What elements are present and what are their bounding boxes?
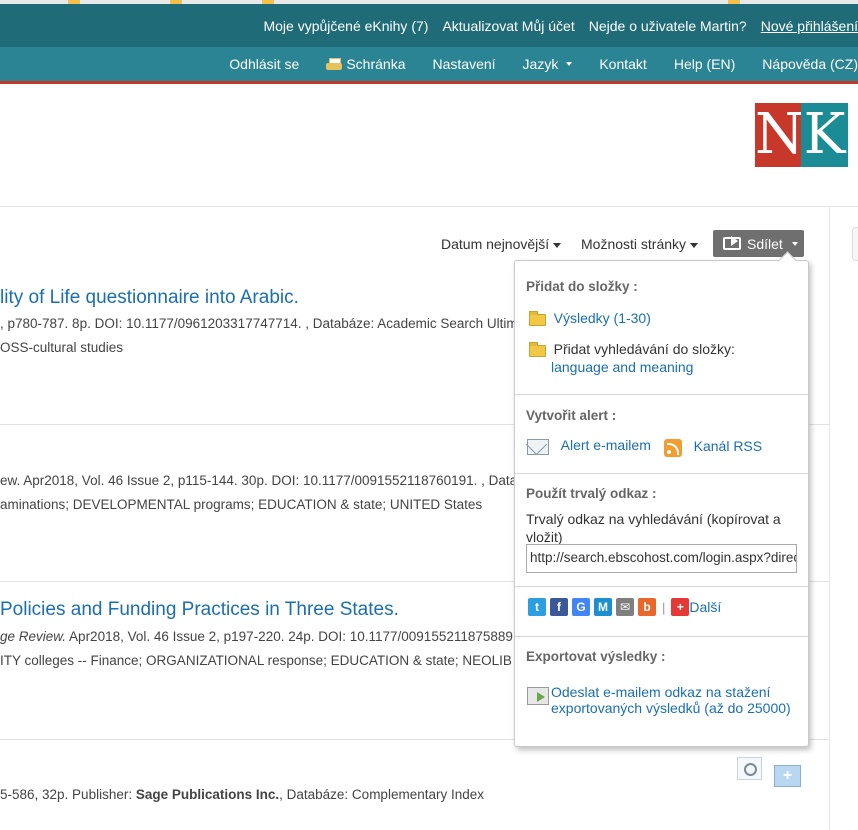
rss-link[interactable]: Kanál RSS: [694, 438, 762, 454]
results-folder-link[interactable]: Výsledky (1-30): [554, 310, 651, 326]
add-search-label: Přidat vyhledávání do složky:: [553, 341, 735, 357]
result-meta: ew. Apr2018, Vol. 46 Issue 2, p115-144. …: [0, 473, 518, 488]
settings-link[interactable]: Nastavení: [433, 56, 496, 72]
help-cz-link[interactable]: Nápověda (CZ): [762, 56, 858, 72]
envelope-icon: [527, 438, 549, 455]
social-share-bar: t f G M ✉ b | + Další: [528, 598, 721, 616]
divider: [515, 636, 808, 637]
result-title[interactable]: Policies and Funding Practices in Three …: [0, 599, 399, 621]
page-options-menu[interactable]: Možnosti stránky: [581, 230, 699, 258]
mendeley-icon[interactable]: M: [594, 598, 612, 616]
result-details: Apr2018, Vol. 46 Issue 2, p197-220. 24p.…: [66, 629, 513, 644]
folder-icon: [529, 310, 546, 326]
page-options-label: Možnosti stránky: [581, 236, 687, 252]
export-heading: Exportovat výsledky :: [526, 649, 666, 664]
email-alert-item[interactable]: Alert e-mailem: [527, 437, 651, 455]
contact-link[interactable]: Kontakt: [599, 56, 646, 72]
folder-search-item[interactable]: Přidat vyhledávání do složky:: [529, 341, 735, 357]
google-icon[interactable]: G: [572, 598, 590, 616]
folder-icon: [529, 341, 546, 357]
help-en-link[interactable]: Help (EN): [674, 56, 735, 72]
facebook-icon[interactable]: f: [550, 598, 568, 616]
permalink-description: Trvalý odkaz na vyhledávání (kopírovat a…: [526, 511, 781, 545]
blogger-icon[interactable]: b: [638, 598, 656, 616]
result-details: 5-586, 32p. Publisher:: [0, 787, 136, 802]
twitter-icon[interactable]: t: [528, 598, 546, 616]
language-menu[interactable]: Jazyk: [523, 56, 573, 72]
language-label: Jazyk: [522, 56, 559, 72]
export-email-link[interactable]: Odeslat e-mailem odkaz na stažení export…: [551, 684, 796, 716]
share-label: Sdílet: [747, 235, 783, 252]
chevron-down-icon: [791, 241, 798, 246]
permalink-heading: Použít trvalý odkaz :: [526, 486, 657, 501]
add-to-folder-heading: Přidat do složky :: [526, 279, 638, 294]
logo-n: N: [755, 102, 804, 167]
email-alert-link[interactable]: Alert e-mailem: [561, 437, 651, 453]
share-icon: [723, 236, 741, 250]
results-toolbar: Datum nejnovější Možnosti stránky: [0, 230, 829, 258]
folder-results-item[interactable]: Výsledky (1-30): [529, 310, 651, 326]
divider: [515, 586, 808, 587]
separator: |: [662, 599, 666, 615]
borrowed-ebooks-link[interactable]: Moje vypůjčené eKnihy (7): [263, 18, 428, 34]
email-share-icon[interactable]: ✉: [616, 598, 634, 616]
search-term-link[interactable]: language and meaning: [551, 359, 693, 375]
sort-label: Datum nejnovější: [441, 236, 550, 252]
page-header: N K: [0, 87, 858, 207]
update-account-link[interactable]: Aktualizovat Můj účet: [442, 18, 574, 34]
journal-name: ge Review.: [0, 629, 67, 644]
result-title[interactable]: lity of Life questionnaire into Arabic.: [0, 287, 299, 309]
rss-item[interactable]: Kanál RSS: [664, 438, 762, 457]
result-subjects: ITY colleges -- Finance; ORGANIZATIONAL …: [0, 653, 512, 668]
result-meta: ge Review. Apr2018, Vol. 46 Issue 2, p19…: [0, 629, 513, 644]
result-subjects: OSS-cultural studies: [0, 340, 124, 355]
share-button[interactable]: Sdílet: [713, 230, 804, 257]
clipboard-label: Schránka: [346, 56, 406, 72]
divider: [515, 473, 808, 474]
more-share-link[interactable]: Další: [689, 599, 721, 615]
result-subjects: aminations; DEVELOPMENTAL programs; EDUC…: [0, 497, 483, 512]
printer-icon: [326, 58, 343, 70]
logo-k: K: [801, 103, 848, 167]
chevron-down-icon: [553, 242, 562, 248]
top-user-bar: Moje vypůjčené eKnihy (7) Aktualizovat M…: [0, 4, 858, 47]
chevron-down-icon: [566, 62, 573, 66]
result-meta: 5-586, 32p. Publisher: Sage Publications…: [0, 787, 484, 802]
database-name: , Databáze: Complementary Index: [279, 787, 484, 802]
right-sidebar: [829, 207, 858, 830]
not-user-text: Nejde o uživatele Martin?: [588, 17, 747, 34]
rss-icon: [664, 438, 682, 457]
new-login-link[interactable]: Nové přihlášení: [761, 18, 858, 34]
alert-heading: Vytvořit alert :: [526, 408, 617, 423]
add-to-folder-icon[interactable]: +: [774, 765, 801, 787]
sort-menu[interactable]: Datum nejnovější: [441, 230, 562, 258]
preview-magnifier-icon[interactable]: [737, 757, 762, 780]
publisher-name: Sage Publications Inc.: [135, 787, 280, 802]
logout-link[interactable]: Odhlásit se: [229, 56, 299, 72]
sidebar-toggle[interactable]: [852, 227, 858, 261]
result-meta: , p780-787. 8p. DOI: 10.1177/09612033177…: [0, 316, 518, 331]
main-nav-bar: Odhlásit se Schránka Nastavení Jazyk Kon…: [0, 47, 858, 84]
export-icon: [527, 687, 549, 705]
chevron-down-icon: [690, 242, 699, 248]
result-actions: +: [737, 757, 801, 787]
clipboard-link[interactable]: Schránka: [326, 56, 406, 72]
share-dropdown: Přidat do složky : Výsledky (1-30) Přida…: [514, 260, 809, 747]
divider: [515, 394, 808, 395]
plus-icon[interactable]: +: [671, 598, 690, 616]
permalink-field[interactable]: http://search.ebscohost.com/login.aspx?d…: [526, 544, 797, 573]
nk-logo[interactable]: N K: [755, 103, 848, 167]
